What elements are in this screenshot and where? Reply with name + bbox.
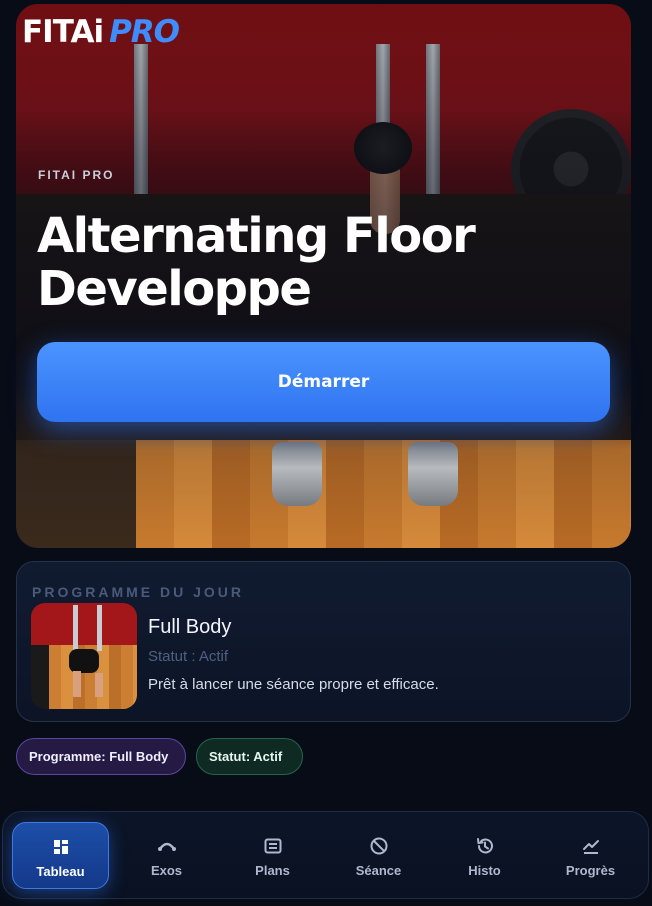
nav-item-tableau[interactable]: Tableau: [12, 822, 109, 889]
brand-logo: FITAi PRO: [22, 12, 180, 52]
bottom-nav: Tableau Exos Plans Séance Histo Progrès: [2, 811, 649, 899]
nav-item-progres[interactable]: Progrès: [542, 822, 639, 889]
brand-name: FITAi: [22, 14, 104, 50]
dashboard-icon: [53, 840, 68, 854]
exercise-icon: [157, 842, 176, 851]
brand-suffix: PRO: [109, 14, 180, 50]
program-description: Prêt à lancer une séance propre et effic…: [148, 676, 439, 693]
start-button[interactable]: Démarrer: [37, 342, 610, 422]
nav-label: Tableau: [36, 864, 85, 879]
program-name: Full Body: [148, 616, 232, 638]
program-heading: PROGRAMME DU JOUR: [32, 584, 245, 600]
program-chip[interactable]: Programme: Full Body: [16, 738, 186, 775]
program-card[interactable]: PROGRAMME DU JOUR Full Body Statut : Act…: [16, 561, 631, 722]
nav-item-plans[interactable]: Plans: [224, 822, 321, 889]
status-chip[interactable]: Statut: Actif: [196, 738, 303, 775]
progress-icon: [582, 840, 599, 854]
nav-label: Progrès: [565, 863, 616, 878]
nav-item-exos[interactable]: Exos: [118, 822, 215, 889]
program-thumbnail: [31, 603, 137, 709]
program-status: Statut : Actif: [148, 648, 229, 665]
nav-label: Plans: [255, 863, 290, 878]
nav-label: Histo: [468, 863, 501, 878]
nav-item-histo[interactable]: Histo: [436, 822, 533, 889]
nav-label: Séance: [355, 863, 402, 878]
history-icon: [476, 838, 493, 854]
session-icon: [370, 837, 387, 855]
nav-item-seance[interactable]: Séance: [330, 822, 427, 889]
nav-label: Exos: [150, 863, 183, 878]
plans-icon: [264, 838, 281, 854]
hero-kicker: FITAI PRO: [38, 168, 115, 182]
exercise-title: Alternating Floor Developpe: [37, 208, 476, 317]
